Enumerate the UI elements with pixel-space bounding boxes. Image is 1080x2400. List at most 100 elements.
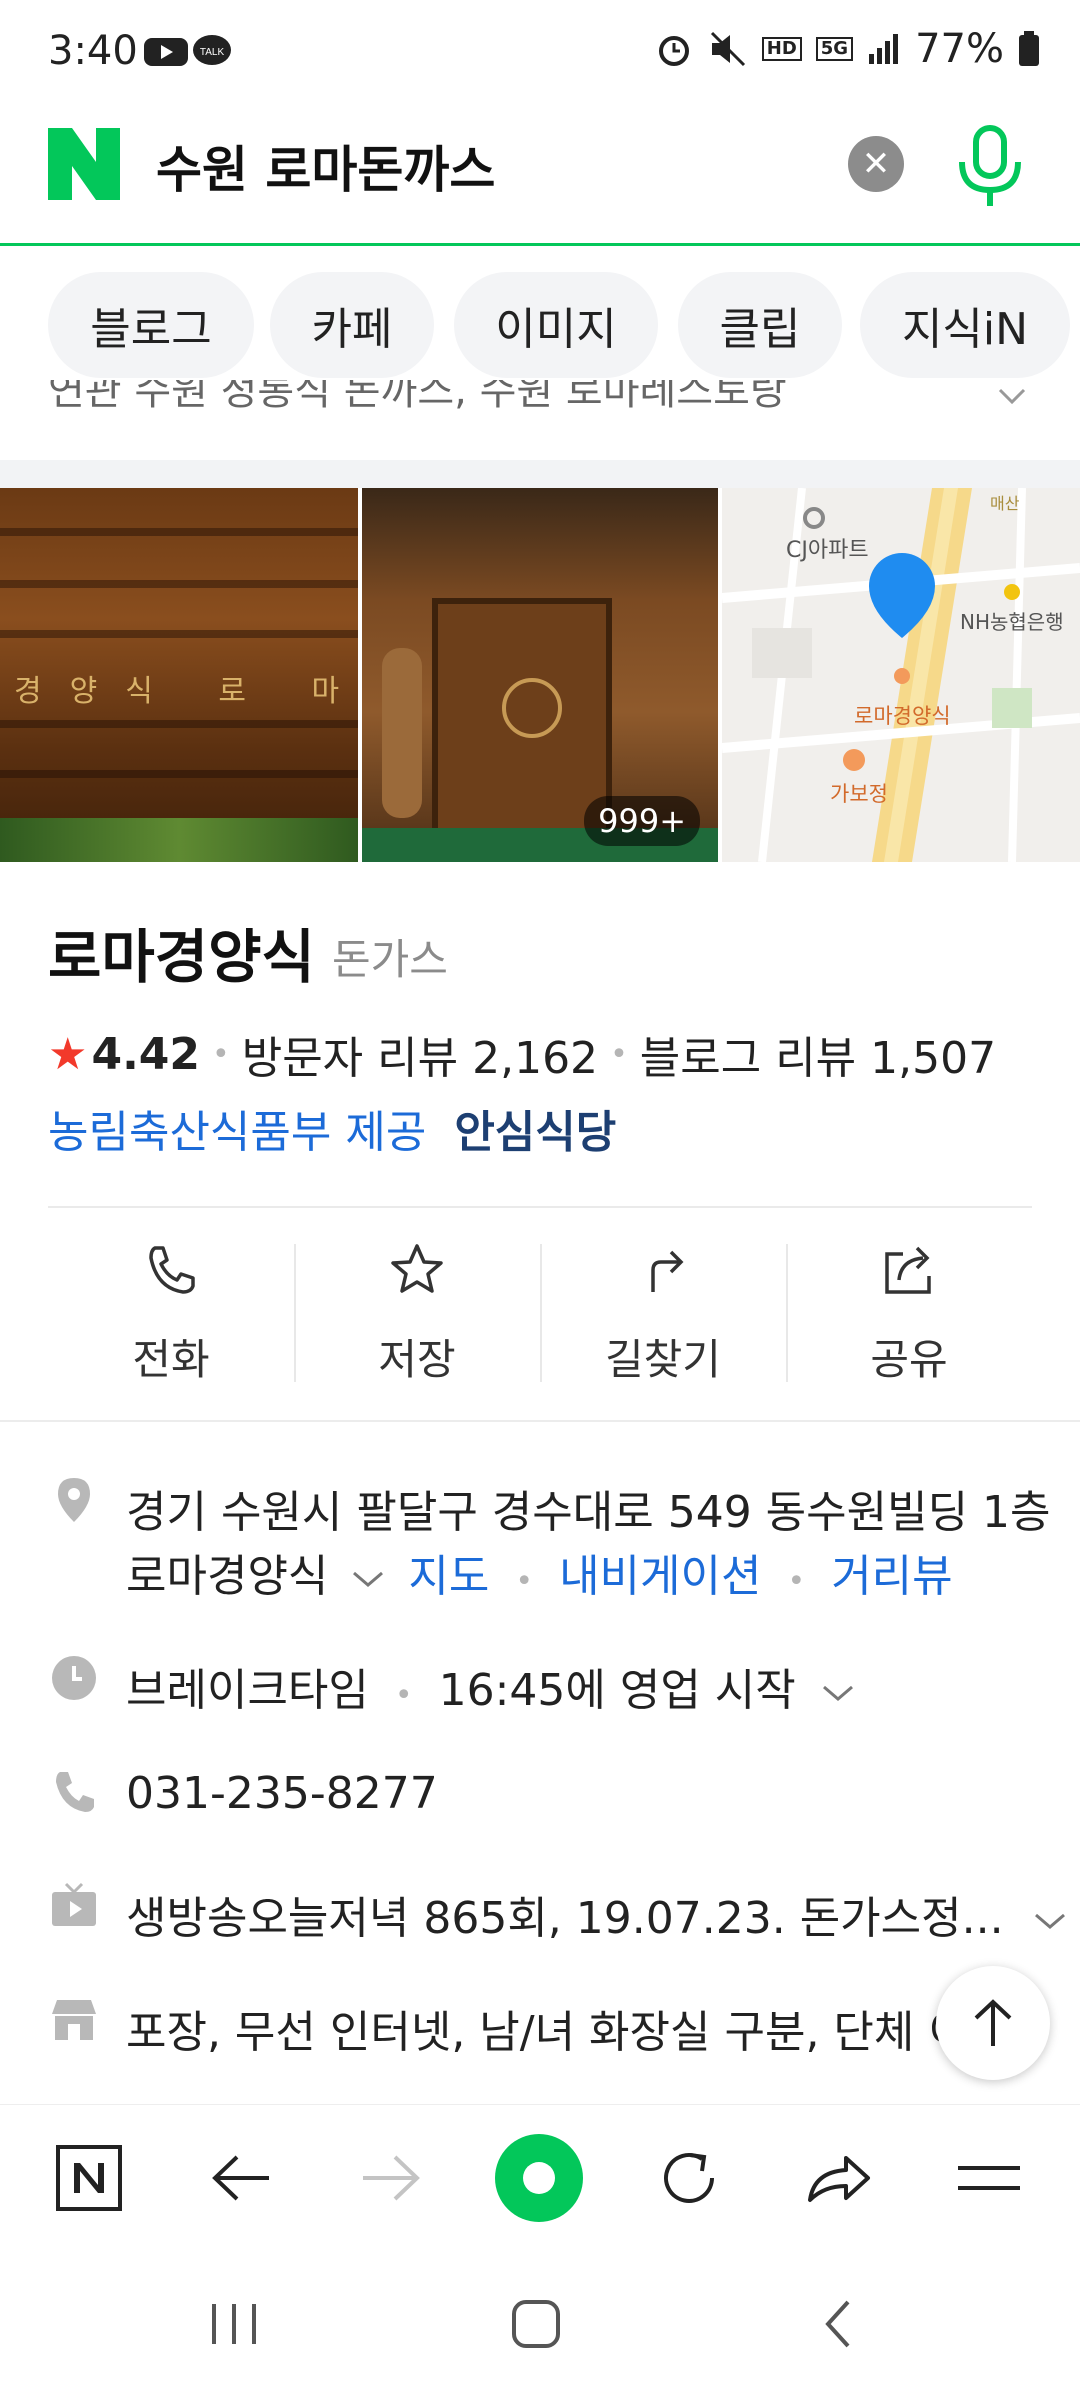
save-label: 저장 [378, 1335, 456, 1384]
close-icon: ✕ [861, 144, 891, 184]
recent-apps-icon[interactable] [204, 2300, 264, 2348]
battery-percent: 77% [915, 26, 1004, 72]
address-line: 경기 수원시 팔달구 경수대로 549 동수원빌딩 1층 [126, 1487, 1051, 1538]
hd-voice-badge: HD [761, 37, 802, 61]
directions-button[interactable]: 길찾기 [540, 1240, 786, 1384]
safe-restaurant-badge: 안심식당 [454, 1107, 617, 1158]
arrow-up-icon [974, 1999, 1012, 2046]
sign-text: 경양식 로 마 [14, 674, 358, 709]
tv-appearance-row[interactable]: 생방송오늘저녁 865회, 19.07.23. 돈가스정... [126, 1882, 1068, 1946]
tab-cafe[interactable]: 카페 [270, 272, 434, 378]
divider [0, 1420, 1080, 1422]
tab-kin[interactable]: 지식iN [860, 272, 1070, 378]
battery-icon [1019, 31, 1039, 66]
place-category: 돈가스 [332, 935, 448, 984]
star-icon [391, 1244, 443, 1293]
share-icon [885, 1246, 931, 1294]
browser-toolbar [0, 2104, 1080, 2252]
green-dot-icon [495, 2134, 583, 2222]
section-gap [0, 460, 1080, 488]
arrow-right-icon [363, 2155, 420, 2201]
signal-icon [869, 34, 899, 64]
navigation-link[interactable]: 내비게이션 [559, 1551, 761, 1602]
certification-row: 농림축산식품부 제공 안심식당 [48, 1096, 616, 1160]
alarm-icon [658, 36, 689, 66]
address-place-name: 로마경양식 [126, 1551, 329, 1602]
blog-reviews-link[interactable]: 블로그 리뷰 1,507 [640, 1022, 996, 1086]
star-rating-icon: ★ [48, 1028, 88, 1080]
search-input[interactable]: 수원 로마돈까스 [156, 130, 495, 202]
photo-interior-sign[interactable]: 경양식 로 마 [0, 488, 358, 862]
photo-count-badge: 999+ [584, 796, 700, 846]
phone-icon [149, 1246, 195, 1294]
visitor-reviews-link[interactable]: 방문자 리뷰 2,162 [242, 1022, 598, 1086]
menu-button[interactable] [944, 2133, 1034, 2223]
green-dot-button[interactable] [494, 2133, 584, 2223]
directions-label: 길찾기 [605, 1335, 721, 1384]
hours-detail: 16:45에 영업 시작 [438, 1665, 796, 1716]
map-thumbnail[interactable]: CJ아파트 NH농협은행 로마경양식 가보정 매산 [722, 488, 1080, 862]
map-link[interactable]: 지도 [408, 1551, 489, 1602]
tab-image[interactable]: 이미지 [454, 272, 658, 378]
share-page-button[interactable] [794, 2133, 884, 2223]
photo-entrance[interactable]: 999+ [362, 488, 718, 862]
chevron-down-icon[interactable] [820, 1683, 856, 1705]
naver-logo-icon[interactable] [48, 128, 120, 200]
share-button[interactable]: 공유 [786, 1240, 1032, 1384]
phone-number[interactable]: 031-235-8277 [126, 1768, 438, 1819]
back-button[interactable] [196, 2133, 286, 2223]
map-graphic [722, 488, 1080, 862]
hours-row[interactable]: 브레이크타임 • 16:45에 영업 시작 [126, 1654, 856, 1718]
save-button[interactable]: 저장 [294, 1240, 540, 1384]
naver-n-icon [56, 2145, 122, 2211]
naver-home-button[interactable] [44, 2133, 134, 2223]
status-bar: 3:40 TALK HD 5G 77% [0, 0, 1080, 100]
directions-icon [651, 1250, 684, 1292]
map-label-place: 로마경양식 [854, 704, 951, 728]
tv-icon [52, 1882, 96, 1926]
status-right: HD 5G 77% [654, 26, 1040, 72]
call-button[interactable]: 전화 [48, 1240, 294, 1384]
network-badge: 5G [815, 37, 854, 61]
back-nav-icon[interactable] [818, 2296, 858, 2352]
clear-search-button[interactable]: ✕ [848, 136, 904, 192]
location-pin-icon [58, 1478, 90, 1522]
svg-text:TALK: TALK [200, 47, 225, 58]
search-bar: 수원 로마돈까스 ✕ [0, 100, 1080, 246]
share-arrow-icon [808, 2156, 870, 2202]
street-view-link[interactable]: 거리뷰 [831, 1551, 952, 1602]
mute-icon [710, 31, 745, 67]
reload-icon [664, 2153, 714, 2203]
map-label-nearby: 가보정 [830, 782, 888, 806]
tv-appearance-text: 생방송오늘저녁 865회, 19.07.23. 돈가스정... [126, 1893, 1004, 1944]
home-icon[interactable] [508, 2296, 568, 2352]
kakaotalk-icon: TALK [193, 35, 231, 65]
scroll-to-top-button[interactable] [936, 1966, 1050, 2080]
chevron-down-icon[interactable] [350, 1569, 386, 1591]
divider [48, 1206, 1032, 1208]
tab-blog[interactable]: 블로그 [48, 272, 254, 378]
youtube-icon [144, 38, 188, 66]
search-tabs: 블로그 카페 이미지 클립 지식iN [0, 246, 1080, 396]
amenities-text: 포장, 무선 인터넷, 남/녀 화장실 구분, 단체 이용 [126, 2007, 946, 2058]
place-name[interactable]: 로마경양식 [48, 910, 315, 994]
arrow-left-icon [212, 2155, 269, 2201]
provider-text[interactable]: 농림축산식품부 제공 [48, 1107, 426, 1158]
reload-button[interactable] [644, 2133, 734, 2223]
chevron-down-icon[interactable] [996, 386, 1028, 408]
related-searches-text: 연관 수원 정통식 돈까스, 수원 로마레스토랑 [48, 380, 787, 414]
map-label-apt: CJ아파트 [786, 538, 869, 563]
hours-status: 브레이크타임 [126, 1665, 369, 1716]
status-time: 3:40 [48, 28, 138, 74]
tab-clip[interactable]: 클립 [678, 272, 842, 378]
phone-icon [56, 1772, 94, 1812]
forward-button[interactable] [346, 2133, 436, 2223]
system-navigation-bar [0, 2252, 1080, 2400]
map-label-bank: NH농협은행 [960, 610, 1064, 634]
clock-icon [52, 1656, 96, 1700]
voice-search-icon[interactable] [950, 122, 1030, 212]
rating-value: 4.42 [91, 1028, 201, 1080]
rating-row: ★ 4.42 • 방문자 리뷰 2,162 • 블로그 리뷰 1,507 [48, 1022, 996, 1086]
chevron-down-icon[interactable] [1032, 1911, 1068, 1933]
related-searches-row[interactable]: 연관 수원 정통식 돈까스, 수원 로마레스토랑 [48, 380, 1048, 420]
